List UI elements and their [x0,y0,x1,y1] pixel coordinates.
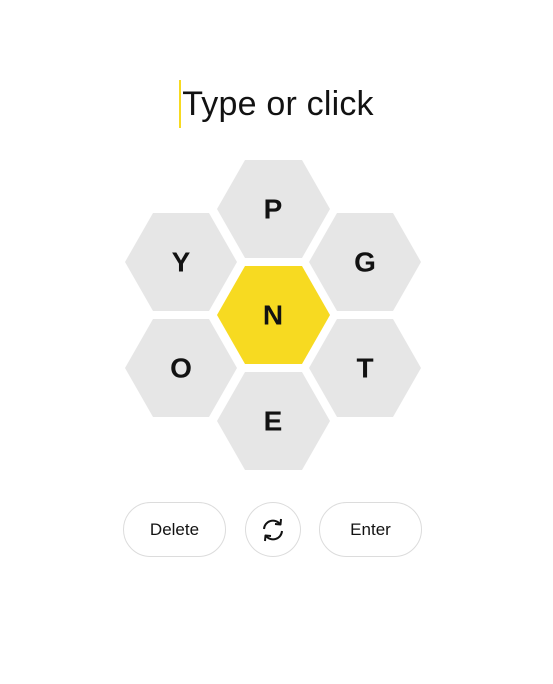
shuffle-button[interactable] [245,502,301,557]
hive-controls: Delete Enter [0,502,553,559]
hive-cell-lower-right[interactable]: T [309,319,421,417]
input-placeholder: Type or click [182,85,374,123]
input-caret [179,80,182,128]
hive-letter-lower-left: O [170,353,192,384]
hive-letter-bottom: E [264,406,283,437]
hive-cell-upper-right[interactable]: G [309,213,421,311]
hive-cell-top[interactable]: P [217,160,330,258]
delete-button[interactable]: Delete [123,502,226,557]
hive-letter-upper-left: Y [172,247,191,278]
hive-cell-lower-left[interactable]: O [125,319,237,417]
shuffle-icon [263,518,283,541]
enter-button-label: Enter [350,519,391,539]
hive-cell-bottom[interactable]: E [217,372,330,470]
enter-button[interactable]: Enter [319,502,422,557]
delete-button-label: Delete [149,519,200,539]
word-input[interactable]: Type or click [179,80,374,128]
hive-letter-lower-right: T [356,353,373,384]
hive-letter-center: N [263,300,283,331]
word-input-area[interactable]: Type or click [0,78,553,130]
hive-cell-center[interactable]: N [217,266,330,364]
hive-letter-upper-right: G [354,247,376,278]
hive-cell-upper-left[interactable]: Y [125,213,237,311]
hive-letter-top: P [264,194,283,225]
